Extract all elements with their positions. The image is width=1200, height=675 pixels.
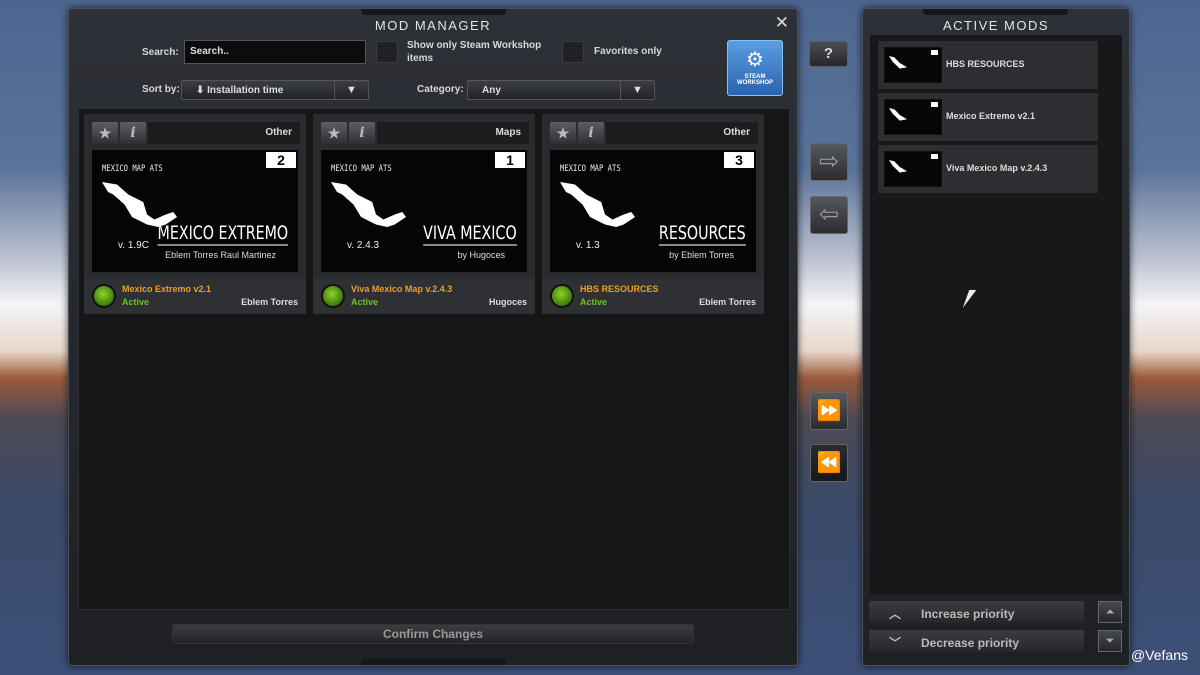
thumb-byline: Eblem Torres Raul Martinez — [165, 250, 276, 260]
mod-card[interactable]: ★ i Other 2 MEXICO MAP ATS v. 1.9C MEXIC… — [84, 114, 306, 314]
mod-category: Maps — [377, 122, 529, 144]
thumb-label: MEXICO MAP ATS — [331, 164, 392, 174]
active-mod-name: Viva Mexico Map v.2.4.3 — [946, 163, 1048, 173]
watermark: @Vefans — [1130, 647, 1188, 663]
mod-status: Active — [580, 297, 608, 307]
thumb-byline: by Eblem Torres — [669, 250, 734, 260]
steam-workshop-button[interactable]: ⚙ STEAM WORKSHOP — [727, 40, 783, 96]
favorite-star-icon[interactable]: ★ — [92, 122, 118, 144]
load-order-badge: 1 — [495, 152, 525, 168]
mod-grid: ★ i Other 2 MEXICO MAP ATS v. 1.9C MEXIC… — [78, 108, 790, 610]
active-status-led-icon[interactable] — [550, 284, 574, 308]
mod-category: Other — [606, 122, 758, 144]
increase-priority-button[interactable]: ︿ Increase priority — [869, 601, 1084, 623]
category-dropdown[interactable]: Any ▼ — [467, 80, 655, 100]
info-icon[interactable]: i — [349, 122, 375, 144]
thumb-byline: by Hugoces — [457, 250, 505, 260]
chevron-up-icon: ︿ — [889, 607, 902, 621]
active-mod-name: HBS RESOURCES — [946, 59, 1025, 69]
search-input[interactable]: Search.. — [184, 40, 366, 64]
decrease-label: Decrease priority — [921, 636, 1020, 650]
steam-only-label: Show only Steam Workshop items — [407, 40, 542, 64]
active-mod-item[interactable]: Viva Mexico Map v.2.4.3 — [878, 145, 1098, 193]
panel-title: MOD MANAGER — [374, 18, 492, 33]
active-status-led-icon[interactable] — [321, 284, 345, 308]
mod-info: Viva Mexico Map v.2.4.3 Active Hugoces — [313, 278, 535, 314]
favorites-only-checkbox[interactable] — [562, 41, 584, 63]
load-order-badge: 2 — [266, 152, 296, 168]
thumb-logo: VIVA MEXICO — [423, 222, 517, 246]
category-value: Any — [482, 85, 501, 96]
mod-thumbnail: 3 MEXICO MAP ATS v. 1.3 RESOURCES by Ebl… — [550, 150, 756, 272]
mod-card[interactable]: ★ i Maps 1 MEXICO MAP ATS v. 2.4.3 VIVA … — [313, 114, 535, 314]
sort-label: Sort by: — [142, 84, 180, 95]
help-button[interactable]: ? — [809, 41, 848, 67]
mod-status: Active — [351, 297, 379, 307]
mexico-map-icon — [331, 182, 406, 227]
thumb-label: MEXICO MAP ATS — [102, 164, 163, 174]
increase-label: Increase priority — [921, 607, 1015, 621]
mod-card[interactable]: ★ i Other 3 MEXICO MAP ATS v. 1.3 RESOUR… — [542, 114, 764, 314]
activate-all-button[interactable]: ⏩ — [810, 392, 848, 430]
thumb-label: MEXICO MAP ATS — [560, 164, 621, 174]
move-top-button[interactable]: ⏶ — [1098, 601, 1122, 623]
category-label: Category: — [417, 84, 464, 95]
confirm-changes-button[interactable]: Confirm Changes — [172, 624, 694, 644]
thumb-logo: MEXICO EXTREMO — [157, 222, 288, 246]
thumb-version: v. 1.9C — [118, 240, 149, 251]
active-mod-item[interactable]: Mexico Extremo v2.1 — [878, 93, 1098, 141]
active-mods-title: ACTIVE MODS — [942, 18, 1050, 33]
favorites-only-label: Favorites only — [594, 46, 662, 57]
favorite-star-icon[interactable]: ★ — [550, 122, 576, 144]
favorite-star-icon[interactable]: ★ — [321, 122, 347, 144]
steam-icon: ⚙ — [746, 49, 764, 71]
thumb-version: v. 2.4.3 — [347, 240, 380, 251]
active-status-led-icon[interactable] — [92, 284, 116, 308]
active-mod-item[interactable]: HBS RESOURCES — [878, 41, 1098, 89]
mod-name: Mexico Extremo v2.1 — [122, 284, 212, 294]
info-icon[interactable]: i — [578, 122, 604, 144]
thumb-logo: RESOURCES — [659, 222, 746, 246]
load-order-badge: 3 — [724, 152, 754, 168]
chevron-down-icon: ▼ — [620, 81, 654, 99]
chevron-down-icon: ﹀ — [889, 636, 902, 650]
info-icon[interactable]: i — [120, 122, 146, 144]
sort-dropdown[interactable]: ⬇ Installation time ▼ — [181, 80, 369, 100]
mod-thumbnail — [884, 47, 942, 83]
move-bottom-button[interactable]: ⏷ — [1098, 630, 1122, 652]
steam-only-checkbox[interactable] — [376, 41, 398, 63]
mod-info: HBS RESOURCES Active Eblem Torres — [542, 278, 764, 314]
mod-thumbnail: 1 MEXICO MAP ATS v. 2.4.3 VIVA MEXICO by… — [321, 150, 527, 272]
chevron-down-icon: ▼ — [334, 81, 368, 99]
deactivate-arrow-left-button[interactable]: ⇦ — [810, 196, 848, 234]
mod-thumbnail: 2 MEXICO MAP ATS v. 1.9C MEXICO EXTREMO … — [92, 150, 298, 272]
mod-name: Viva Mexico Map v.2.4.3 — [351, 284, 453, 294]
close-button[interactable]: ✕ — [775, 13, 789, 33]
mod-name: HBS RESOURCES — [580, 284, 659, 294]
mod-category: Other — [148, 122, 300, 144]
activate-arrow-right-button[interactable]: ⇨ — [810, 143, 848, 181]
mod-author: Eblem Torres — [699, 297, 756, 307]
mod-thumbnail — [884, 151, 942, 187]
mod-author: Hugoces — [488, 297, 527, 307]
mexico-map-icon — [560, 182, 635, 227]
thumb-version: v. 1.3 — [576, 240, 600, 251]
mod-author: Eblem Torres — [241, 297, 298, 307]
deactivate-all-button[interactable]: ⏪ — [810, 444, 848, 482]
mod-info: Mexico Extremo v2.1 Active Eblem Torres — [84, 278, 306, 314]
active-mod-name: Mexico Extremo v2.1 — [946, 111, 1036, 121]
search-label: Search: — [142, 47, 179, 58]
mod-thumbnail — [884, 99, 942, 135]
decrease-priority-button[interactable]: ﹀ Decrease priority — [869, 630, 1084, 652]
sort-value: ⬇ Installation time — [196, 85, 284, 96]
mod-status: Active — [122, 297, 150, 307]
